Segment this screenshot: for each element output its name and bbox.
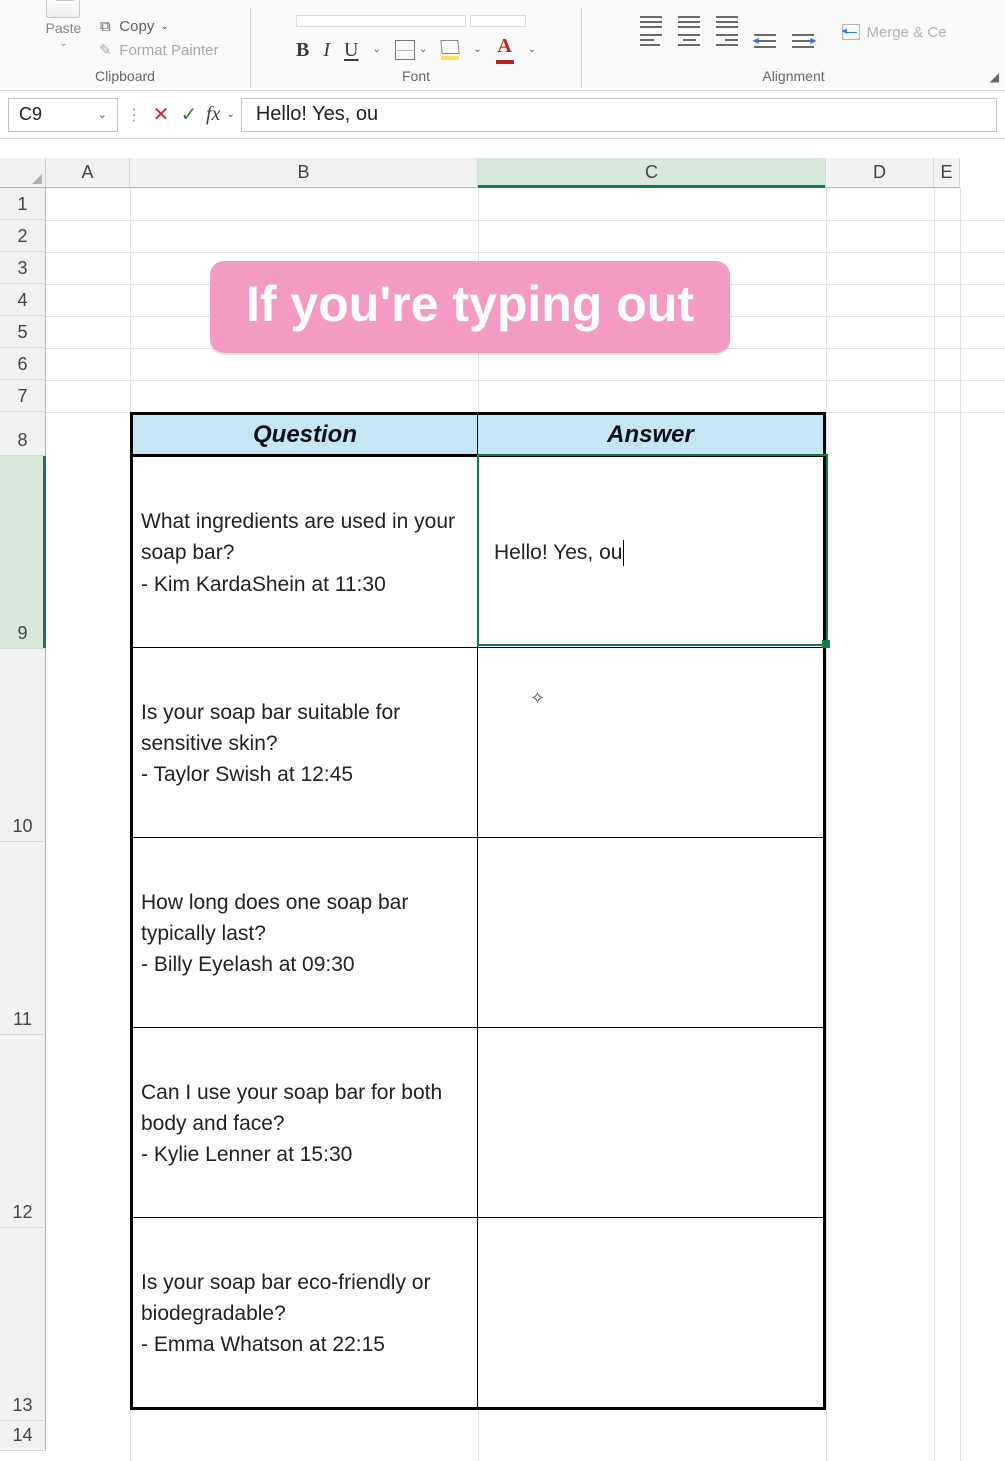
row-header-11[interactable]: 11 [0,842,46,1035]
align-bottom-button[interactable] [716,16,738,28]
chevron-down-icon[interactable]: ⌄ [226,109,234,120]
table-answer-cell[interactable] [478,837,823,1027]
cell-cursor-icon: ✧ [530,688,545,709]
name-box[interactable]: C9 ⌄ [8,98,118,132]
align-center-button[interactable] [678,34,700,48]
alignment-group-label: Alignment [582,66,1005,88]
ribbon: Paste ⌄ ✂ Cut ⧉ Copy ⌄ ✎ Format P [0,0,1005,91]
font-color-button[interactable]: A [496,35,514,64]
align-right-button[interactable] [716,34,738,48]
row-header-5[interactable]: 5 [0,316,46,348]
italic-button[interactable]: I [323,40,330,60]
select-all-corner[interactable] [0,158,46,188]
chevron-down-icon[interactable]: ⌄ [473,44,481,55]
row-header-6[interactable]: 6 [0,348,46,380]
paste-button[interactable]: Paste ⌄ [45,0,81,49]
table-question-cell[interactable]: Is your soap bar suitable for sensitive … [133,647,478,837]
formula-input[interactable]: Hello! Yes, ou [241,98,997,132]
table-question-cell[interactable]: How long does one soap bar typically las… [133,837,478,1027]
bucket-icon [440,40,459,54]
format-painter-button[interactable]: ✎ Format Painter [97,41,218,59]
chevron-down-icon[interactable]: ⌄ [419,44,427,55]
font-color-letter: A [497,35,511,58]
merge-icon [842,24,860,40]
borders-icon [395,40,415,60]
accept-edit-button[interactable]: ✓ [178,102,200,127]
decrease-indent-button[interactable] [754,34,776,48]
column-header-E[interactable]: E [934,158,960,188]
chevron-down-icon[interactable]: ⌄ [160,21,168,32]
font-color-swatch [496,60,514,64]
table-header-answer[interactable]: Answer [478,415,823,457]
row-header-9[interactable]: 9 [0,456,46,649]
column-header-C[interactable]: C [478,158,826,188]
qa-table: QuestionAnswerWhat ingredients are used … [130,412,826,1410]
increase-indent-button[interactable] [792,34,814,48]
row-header-8[interactable]: 8 [0,412,46,456]
table-question-cell[interactable]: What ingredients are used in your soap b… [133,457,478,647]
fill-color-swatch [441,56,459,60]
font-size-combo[interactable] [470,15,526,27]
table-question-cell[interactable]: Is your soap bar eco-friendly or biodegr… [133,1217,478,1407]
formula-bar: C9 ⌄ ⋮ ✕ ✓ fx ⌄ Hello! Yes, ou [0,91,1005,139]
align-left-button[interactable] [640,34,662,48]
borders-button[interactable]: ⌄ [395,40,427,60]
font-group-label: Font [251,66,581,88]
row-header-13[interactable]: 13 [0,1228,46,1421]
text-caret [623,540,624,566]
table-header-question[interactable]: Question [133,415,478,457]
table-answer-cell[interactable]: Hello! Yes, ou [478,457,823,647]
row-header-7[interactable]: 7 [0,380,46,412]
underline-button[interactable]: U [344,40,358,60]
merge-and-center-button[interactable]: Merge & Ce [842,24,946,41]
separator-icon: ⋮ [124,105,144,125]
chevron-down-icon[interactable]: ⌄ [59,38,67,49]
copy-icon: ⧉ [97,18,113,35]
column-header-D[interactable]: D [826,158,934,188]
paste-label: Paste [45,20,81,36]
chevron-down-icon[interactable]: ⌄ [98,108,107,121]
fill-color-button[interactable] [441,40,459,60]
row-header-12[interactable]: 12 [0,1035,46,1228]
row-header-3[interactable]: 3 [0,252,46,284]
align-top-button[interactable] [640,16,662,28]
table-answer-cell[interactable] [478,1217,823,1407]
table-answer-cell[interactable] [478,1027,823,1217]
row-header-4[interactable]: 4 [0,284,46,316]
clipboard-group-label: Clipboard [0,66,250,88]
insert-function-button[interactable]: fx [206,103,220,126]
table-question-cell[interactable]: Can I use your soap bar for both body an… [133,1027,478,1217]
spreadsheet-grid[interactable]: ABCDE 1234567891011121314 QuestionAnswer… [0,158,1005,1461]
paste-icon [46,0,80,18]
table-answer-cell[interactable] [478,647,823,837]
row-header-1[interactable]: 1 [0,188,46,220]
row-header-2[interactable]: 2 [0,220,46,252]
caption-overlay: If you're typing out [210,261,730,353]
column-header-B[interactable]: B [130,158,478,188]
cancel-edit-button[interactable]: ✕ [150,102,172,127]
row-header-14[interactable]: 14 [0,1421,46,1451]
chevron-down-icon[interactable]: ⌄ [528,44,536,55]
bold-button[interactable]: B [296,40,309,60]
chevron-down-icon[interactable]: ⌄ [372,44,380,55]
paintbrush-icon: ✎ [97,41,113,59]
column-header-A[interactable]: A [46,158,130,188]
copy-button[interactable]: ⧉ Copy ⌄ [97,18,218,35]
row-header-10[interactable]: 10 [0,649,46,842]
align-middle-button[interactable] [678,16,700,28]
font-family-combo[interactable] [296,15,466,27]
